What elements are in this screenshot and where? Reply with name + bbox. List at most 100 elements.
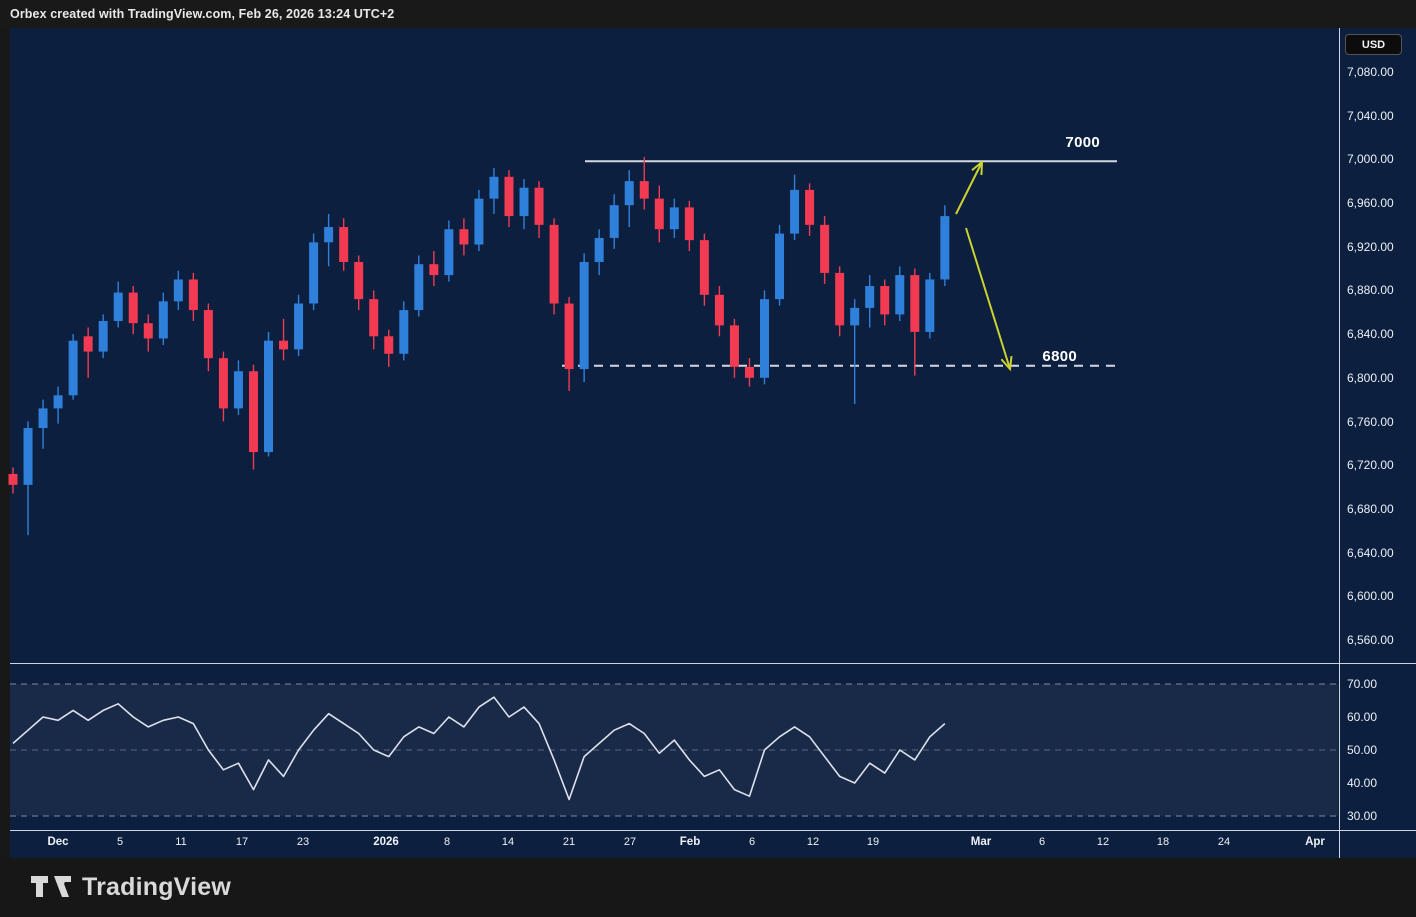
price-tick-label: 6,600.00 — [1347, 589, 1394, 603]
candle — [595, 229, 604, 275]
candle — [474, 190, 483, 251]
candle — [69, 334, 78, 400]
time-tick-label: 19 — [867, 836, 879, 848]
tradingview-logo-icon[interactable] — [30, 874, 72, 902]
rsi-tick-label: 40.00 — [1347, 776, 1377, 790]
rsi-tick-label: 70.00 — [1347, 677, 1377, 691]
candle — [324, 214, 333, 266]
price-tick-label: 6,880.00 — [1347, 283, 1394, 297]
candle — [670, 199, 679, 238]
candle — [700, 234, 709, 306]
trend-arrow-up[interactable] — [956, 162, 982, 214]
candle — [144, 314, 153, 351]
candle — [264, 332, 273, 457]
candle — [189, 273, 198, 321]
candle — [880, 279, 889, 325]
candle — [640, 157, 649, 209]
candle — [444, 220, 453, 281]
candle — [234, 360, 243, 415]
candle — [294, 295, 303, 356]
candle — [504, 170, 513, 227]
time-tick-label: 5 — [117, 836, 123, 848]
candle — [279, 319, 288, 361]
candle — [54, 387, 63, 424]
candle — [730, 319, 739, 378]
price-tick-label: 6,760.00 — [1347, 415, 1394, 429]
price-tick-label: 6,720.00 — [1347, 458, 1394, 472]
footer-bar: TradingView — [0, 858, 1416, 917]
time-tick-label: 8 — [444, 836, 450, 848]
candle — [84, 328, 93, 378]
currency-toggle-badge[interactable]: USD — [1345, 34, 1402, 55]
candle — [550, 218, 559, 314]
time-tick-label: Mar — [971, 836, 991, 848]
trend-arrow-down[interactable] — [966, 228, 1012, 369]
rsi-tick-label: 30.00 — [1347, 809, 1377, 823]
pane-separator-rsi-timeaxis — [10, 830, 1416, 831]
time-tick-label: 27 — [624, 836, 636, 848]
time-tick-label: 21 — [563, 836, 575, 848]
price-tick-label: 7,000.00 — [1347, 152, 1394, 166]
candle — [354, 255, 363, 310]
rsi-tick-label: 50.00 — [1347, 743, 1377, 757]
candle — [625, 170, 634, 227]
price-axis-separator — [1339, 28, 1340, 858]
candle — [580, 253, 589, 382]
candle — [24, 422, 33, 536]
candle — [790, 175, 799, 241]
candle — [895, 266, 904, 321]
candle — [910, 269, 919, 376]
candle — [159, 293, 168, 345]
price-tick-label: 6,640.00 — [1347, 546, 1394, 560]
rsi-tick-label: 60.00 — [1347, 710, 1377, 724]
candle — [219, 352, 228, 422]
candle — [429, 251, 438, 286]
candle — [384, 330, 393, 367]
candle — [775, 225, 784, 306]
candle — [9, 467, 18, 493]
candle — [940, 205, 949, 286]
candle — [369, 290, 378, 349]
tradingview-brand-text[interactable]: TradingView — [82, 873, 231, 902]
time-tick-label: 17 — [236, 836, 248, 848]
candle — [39, 400, 48, 449]
candle — [459, 218, 468, 255]
price-tick-label: 6,800.00 — [1347, 371, 1394, 385]
candle — [760, 290, 769, 384]
price-tick-label: 7,080.00 — [1347, 65, 1394, 79]
candle — [204, 304, 213, 372]
price-tick-label: 6,840.00 — [1347, 327, 1394, 341]
candle — [489, 168, 498, 214]
candle — [99, 314, 108, 358]
candle — [850, 299, 859, 404]
pane-separator-main-rsi[interactable] — [10, 663, 1416, 664]
time-tick-label: 24 — [1218, 836, 1230, 848]
candle — [535, 181, 544, 238]
candle — [174, 271, 183, 310]
candle — [865, 275, 874, 327]
candle — [309, 234, 318, 310]
candle — [925, 273, 934, 339]
candle — [685, 201, 694, 251]
time-tick-label: Feb — [680, 836, 700, 848]
candle — [520, 179, 529, 229]
candle — [114, 282, 123, 328]
candle — [745, 358, 754, 386]
price-tick-label: 6,920.00 — [1347, 240, 1394, 254]
candlestick-chart-surface[interactable] — [0, 0, 1416, 917]
candle — [820, 216, 829, 284]
time-tick-label: 6 — [749, 836, 755, 848]
time-tick-label: Apr — [1305, 836, 1325, 848]
time-tick-label: 12 — [807, 836, 819, 848]
time-tick-label: 23 — [297, 836, 309, 848]
price-tick-label: 6,680.00 — [1347, 502, 1394, 516]
price-tick-label: 7,040.00 — [1347, 109, 1394, 123]
time-tick-label: 6 — [1039, 836, 1045, 848]
resistance-level-label: 7000 — [1065, 134, 1100, 151]
candle — [835, 266, 844, 336]
support-level-label: 6800 — [1042, 348, 1077, 365]
candle — [565, 297, 574, 391]
candle — [805, 183, 814, 235]
candle — [129, 286, 138, 334]
price-tick-label: 6,960.00 — [1347, 196, 1394, 210]
